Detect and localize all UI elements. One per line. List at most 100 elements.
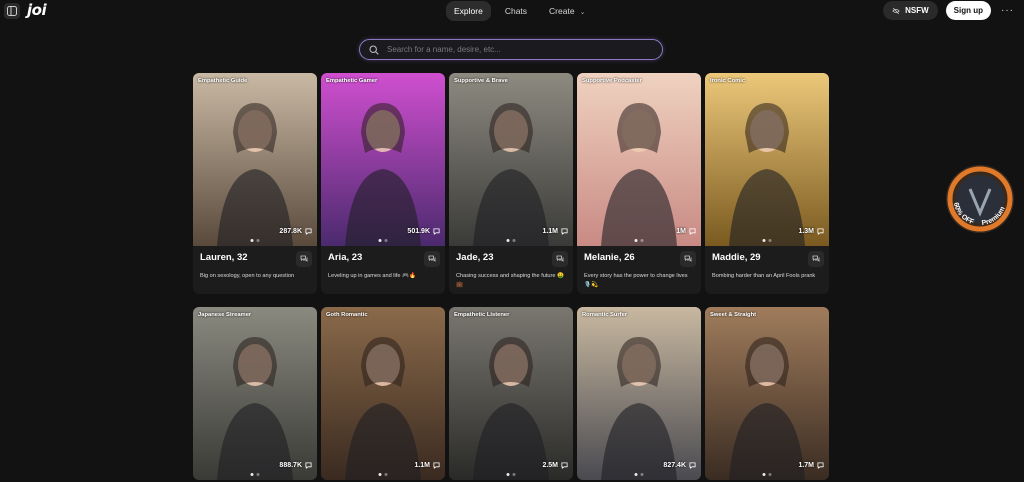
chat-count: 1.3M xyxy=(798,228,824,235)
carousel-dot[interactable] xyxy=(250,473,254,476)
carousel-dot[interactable] xyxy=(506,473,510,476)
character-card[interactable]: Empathetic Listener 2.5M xyxy=(449,307,573,480)
nav-chats[interactable]: Chats xyxy=(497,1,535,21)
carousel-dot[interactable] xyxy=(506,239,510,242)
character-description: Big on sexology, open to any question xyxy=(200,273,295,279)
character-photo[interactable]: Empathetic Listener 2.5M xyxy=(449,307,573,480)
character-image xyxy=(449,73,573,246)
start-chat-button[interactable] xyxy=(552,251,568,267)
character-photo[interactable]: Empathetic Guide 287.8K xyxy=(193,73,317,246)
carousel-dot[interactable] xyxy=(250,239,254,242)
carousel-dots[interactable] xyxy=(506,473,516,476)
chevron-down-icon: ⌄ xyxy=(579,9,586,16)
chat-count: 287.8K xyxy=(279,228,312,235)
carousel-dots[interactable] xyxy=(762,473,772,476)
character-info: Melanie, 26 Every story has the power to… xyxy=(577,246,701,294)
carousel-dot[interactable] xyxy=(384,473,388,476)
character-image xyxy=(193,307,317,480)
chat-count: 1M xyxy=(676,228,696,235)
start-chat-button[interactable] xyxy=(680,251,696,267)
carousel-dots[interactable] xyxy=(506,239,516,242)
nav-create[interactable]: Create ⌄ xyxy=(541,1,593,21)
character-card[interactable]: Supportive Podcaster 1M Melanie, 26 Ever… xyxy=(577,73,701,294)
character-photo[interactable]: Japanese Streamer 888.7K xyxy=(193,307,317,480)
nav-explore-label: Explore xyxy=(454,6,483,16)
carousel-dot[interactable] xyxy=(634,473,638,476)
character-card[interactable]: Romantic Surfer 827.4K xyxy=(577,307,701,480)
sidebar-toggle-button[interactable] xyxy=(4,3,20,19)
carousel-dots[interactable] xyxy=(762,239,772,242)
carousel-dots[interactable] xyxy=(250,239,260,242)
character-name: Aria, 23 xyxy=(328,252,363,263)
chat-count-value: 1M xyxy=(676,228,686,235)
chat-count-value: 1.1M xyxy=(542,228,558,235)
character-card[interactable]: Japanese Streamer 888.7K xyxy=(193,307,317,480)
character-photo[interactable]: Sweet & Straight 1.7M xyxy=(705,307,829,480)
nav-explore[interactable]: Explore xyxy=(446,1,491,21)
carousel-dot[interactable] xyxy=(256,239,260,242)
carousel-dot[interactable] xyxy=(378,239,382,242)
carousel-dots[interactable] xyxy=(634,239,644,242)
character-photo[interactable]: Romantic Surfer 827.4K xyxy=(577,307,701,480)
search-bar[interactable] xyxy=(359,39,663,60)
character-tag: Empathetic Guide xyxy=(198,78,248,84)
character-tag: Sweet & Straight xyxy=(710,312,757,318)
chat-count-value: 827.4K xyxy=(663,462,686,469)
more-options-button[interactable]: ··· xyxy=(999,5,1016,16)
carousel-dots[interactable] xyxy=(378,473,388,476)
nsfw-toggle-button[interactable]: NSFW xyxy=(883,1,938,20)
chat-icon xyxy=(556,255,564,262)
chat-count: 827.4K xyxy=(663,462,696,469)
start-chat-button[interactable] xyxy=(296,251,312,267)
carousel-dot[interactable] xyxy=(512,473,516,476)
chat-bubble-icon xyxy=(433,228,440,235)
character-card[interactable]: Supportive & Brave 1.1M Jade, 23 Chasing… xyxy=(449,73,573,294)
search-input[interactable] xyxy=(387,45,647,54)
character-photo[interactable]: Empathetic Gamer 501.9K xyxy=(321,73,445,246)
carousel-dot[interactable] xyxy=(256,473,260,476)
character-card[interactable]: Sweet & Straight 1.7M xyxy=(705,307,829,480)
sign-up-button[interactable]: Sign up xyxy=(945,1,991,20)
character-tag: Japanese Streamer xyxy=(198,312,252,318)
character-card[interactable]: Ironic Comic 1.3M Maddie, 29 Bombing har… xyxy=(705,73,829,294)
carousel-dot[interactable] xyxy=(634,239,638,242)
carousel-dot[interactable] xyxy=(640,239,644,242)
character-description: Leveling up in games and life 🎮🔥 xyxy=(328,273,416,279)
chat-bubble-icon xyxy=(689,228,696,235)
carousel-dot[interactable] xyxy=(512,239,516,242)
nav-chats-label: Chats xyxy=(504,6,528,16)
chat-count: 1.1M xyxy=(542,228,568,235)
start-chat-button[interactable] xyxy=(808,251,824,267)
chat-bubble-icon xyxy=(689,462,696,469)
character-info: Aria, 23 Leveling up in games and life 🎮… xyxy=(321,246,445,294)
carousel-dot[interactable] xyxy=(640,473,644,476)
character-card[interactable]: Goth Romantic 1.1M xyxy=(321,307,445,480)
carousel-dot[interactable] xyxy=(768,473,772,476)
character-photo[interactable]: Supportive & Brave 1.1M xyxy=(449,73,573,246)
character-card[interactable]: Empathetic Gamer 501.9K Aria, 23 Levelin… xyxy=(321,73,445,294)
carousel-dot[interactable] xyxy=(762,473,766,476)
carousel-dot[interactable] xyxy=(768,239,772,242)
carousel-dot[interactable] xyxy=(378,473,382,476)
logo[interactable]: joi xyxy=(27,1,47,19)
carousel-dot[interactable] xyxy=(384,239,388,242)
header-actions: NSFW Sign up ··· xyxy=(883,1,1016,20)
character-photo[interactable]: Goth Romantic 1.1M xyxy=(321,307,445,480)
character-photo[interactable]: Ironic Comic 1.3M xyxy=(705,73,829,246)
character-image xyxy=(577,73,701,246)
character-card[interactable]: Empathetic Guide 287.8K Lauren, 32 Big o… xyxy=(193,73,317,294)
carousel-dots[interactable] xyxy=(378,239,388,242)
character-image xyxy=(449,307,573,480)
carousel-dots[interactable] xyxy=(250,473,260,476)
chat-count-value: 1.1M xyxy=(414,462,430,469)
premium-promo-badge[interactable]: 60% OFF Premium xyxy=(944,163,1016,235)
character-tag: Empathetic Gamer xyxy=(326,78,378,84)
start-chat-button[interactable] xyxy=(424,251,440,267)
chat-count-value: 501.9K xyxy=(407,228,430,235)
character-name: Maddie, 29 xyxy=(712,252,761,263)
carousel-dots[interactable] xyxy=(634,473,644,476)
top-bar: joi Explore Chats Create ⌄ NSFW Sign up ·… xyxy=(0,0,1024,24)
character-info: Maddie, 29 Bombing harder than an April … xyxy=(705,246,829,294)
character-photo[interactable]: Supportive Podcaster 1M xyxy=(577,73,701,246)
carousel-dot[interactable] xyxy=(762,239,766,242)
